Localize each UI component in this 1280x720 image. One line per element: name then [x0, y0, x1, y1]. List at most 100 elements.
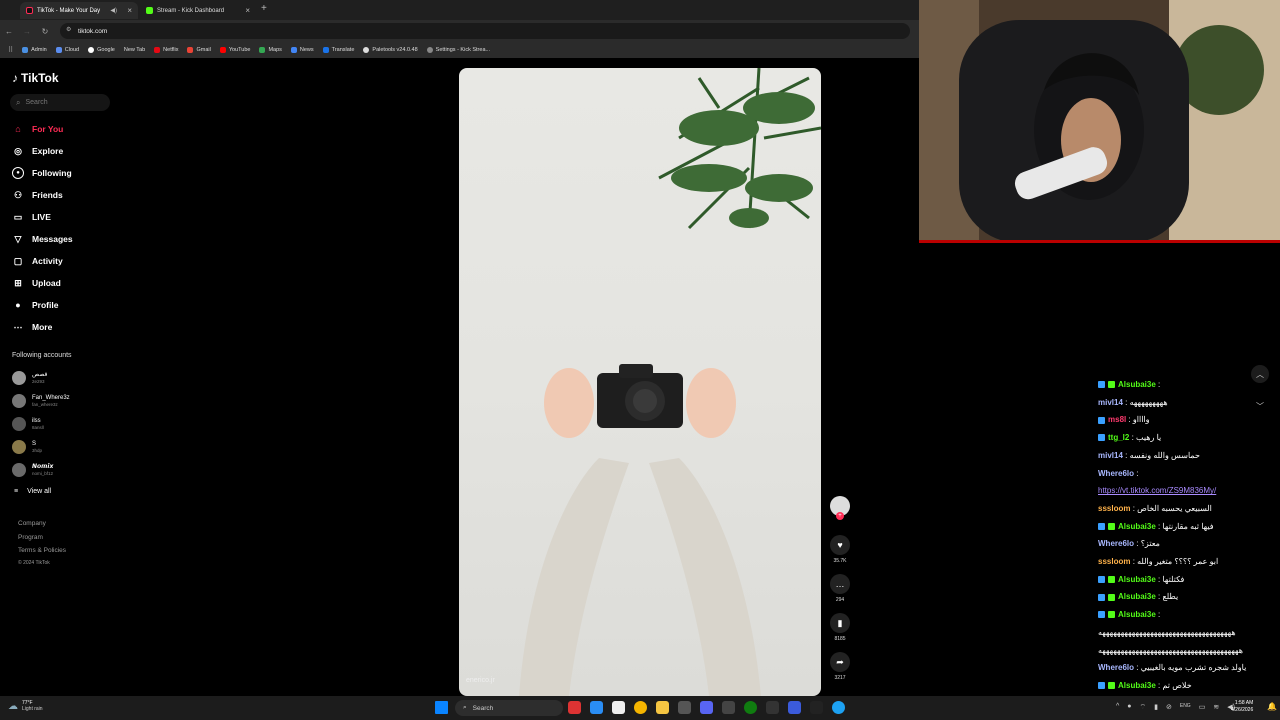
language-indicator[interactable]: ENG: [1180, 703, 1191, 712]
tray-app-icon[interactable]: ⊘: [1166, 703, 1172, 712]
chat-username[interactable]: Where6lo: [1098, 469, 1134, 478]
monitor-icon[interactable]: ▭: [1199, 703, 1206, 712]
chrome-icon[interactable]: [634, 701, 647, 714]
follow-plus-icon[interactable]: +: [836, 512, 844, 520]
bookmark-netflix[interactable]: Netflix: [154, 47, 178, 53]
save-button[interactable]: ▮ 8185: [829, 613, 851, 642]
chat-username[interactable]: Where6lo: [1098, 663, 1134, 672]
moderator-badge-icon: [1108, 522, 1115, 530]
tab-close-icon[interactable]: ×: [127, 6, 132, 15]
chat-link[interactable]: https://vt.tiktok.com/ZS9M836My/: [1098, 486, 1216, 495]
account-item[interactable]: قصص 2e293: [12, 371, 47, 385]
weather-widget[interactable]: ☁ 77°F Light rain: [8, 700, 43, 712]
new-tab-button[interactable]: +: [261, 3, 267, 14]
nav-following[interactable]: ● Following: [12, 166, 72, 180]
chat-username[interactable]: Where6lo: [1098, 539, 1134, 548]
live-icon: ▭: [13, 211, 23, 222]
chat-username[interactable]: sssloom: [1098, 557, 1130, 566]
reload-button[interactable]: ↻: [36, 27, 54, 36]
mic-icon[interactable]: ▮: [1154, 703, 1158, 712]
nav-upload[interactable]: ⊞ Upload: [12, 276, 61, 290]
tiktok-logo[interactable]: ♪ TikTok: [12, 71, 59, 85]
nav-live[interactable]: ▭ LIVE: [12, 210, 51, 224]
search-icon: ⌕: [16, 97, 21, 107]
account-item[interactable]: ilss 8ansll: [12, 417, 44, 431]
tray-app-icon[interactable]: ●: [1127, 703, 1131, 712]
speaker-icon[interactable]: ◀): [110, 7, 117, 14]
account-item[interactable]: S 3hdp: [12, 440, 42, 454]
nav-profile[interactable]: ● Profile: [12, 298, 58, 312]
bookmark-translate[interactable]: Translate: [322, 47, 354, 53]
nav-explore[interactable]: ◎ Explore: [12, 144, 63, 158]
view-all-button[interactable]: ≡ View all: [14, 488, 51, 495]
footer-terms[interactable]: Terms & Policies: [18, 547, 66, 554]
chat-username[interactable]: ttg_l2: [1108, 433, 1129, 442]
nav-for-you[interactable]: ⌂ For You: [12, 122, 63, 136]
nav-activity[interactable]: ▢ Activity: [12, 254, 63, 268]
back-button[interactable]: ←: [0, 27, 18, 36]
site-info-icon[interactable]: ⚙: [66, 26, 71, 33]
nav-messages[interactable]: ▽ Messages: [12, 232, 73, 246]
search-input[interactable]: ⌕ Search: [10, 94, 110, 111]
chat-username[interactable]: sssloom: [1098, 504, 1130, 513]
account-item[interactable]: Fan_Where3z fan_where3z: [12, 394, 70, 408]
bookmark-news[interactable]: News: [290, 47, 314, 53]
file-explorer-icon[interactable]: [656, 701, 669, 714]
chat-username[interactable]: Alsubai3e: [1118, 610, 1156, 619]
like-button[interactable]: ♥ 35.7K: [829, 535, 851, 564]
bookmark-kick-settings[interactable]: Settings - Kick Strea...: [426, 47, 490, 53]
wifi-icon[interactable]: ≋: [1213, 703, 1219, 712]
tab-tiktok[interactable]: TikTok - Make Your Day ◀) ×: [20, 2, 138, 19]
video-credit[interactable]: enerico.jr: [466, 677, 495, 684]
bookmark-gmail[interactable]: Gmail: [187, 47, 211, 53]
chevron-up-icon[interactable]: ^: [1116, 703, 1119, 712]
chrome-icon[interactable]: [832, 701, 845, 714]
taskbar-search[interactable]: ⌕ Search: [455, 700, 563, 716]
bookmark-cloud[interactable]: Cloud: [55, 47, 79, 53]
clock[interactable]: 1:58 AM 4/26/2026: [1231, 700, 1253, 714]
app-icon[interactable]: [810, 701, 823, 714]
footer-program[interactable]: Program: [18, 534, 43, 541]
tab-close-icon[interactable]: ×: [245, 6, 250, 15]
chat-username[interactable]: mivl14: [1098, 398, 1123, 407]
network-icon[interactable]: ⌔: [1140, 703, 1147, 712]
share-button[interactable]: ➦ 3217: [829, 652, 851, 681]
bookmark-youtube[interactable]: YouTube: [219, 47, 250, 53]
settings-icon[interactable]: [678, 701, 691, 714]
nav-friends[interactable]: ⚇ Friends: [12, 188, 63, 202]
chat-username[interactable]: Alsubai3e: [1118, 575, 1156, 584]
chat-text: هههههههههه: [1129, 397, 1168, 407]
app-icon[interactable]: [722, 701, 735, 714]
chat-username[interactable]: Alsubai3e: [1118, 522, 1156, 531]
forward-button[interactable]: →: [18, 27, 36, 36]
edge-icon[interactable]: [590, 701, 603, 714]
nav-more[interactable]: ⋯ More: [12, 320, 53, 334]
windows-start-icon[interactable]: [435, 701, 448, 714]
creator-avatar-button[interactable]: +: [829, 496, 851, 520]
bookmark-new-tab[interactable]: New Tab: [124, 47, 145, 53]
notification-bell-icon[interactable]: 🔔: [1267, 702, 1277, 711]
video-player[interactable]: [459, 68, 821, 696]
system-tray[interactable]: ^ ● ⌔ ▮ ⊘ ENG ▭ ≋ ◀): [1116, 703, 1235, 712]
notepad-icon[interactable]: [612, 701, 625, 714]
chat-username[interactable]: Alsubai3e: [1118, 592, 1156, 601]
footer-company[interactable]: Company: [18, 520, 46, 527]
address-input[interactable]: ⚙ tiktok.com: [60, 23, 910, 39]
xbox-icon[interactable]: [744, 701, 757, 714]
apps-icon[interactable]: ⠿: [8, 46, 13, 54]
discord-icon[interactable]: [700, 701, 713, 714]
app-icon[interactable]: [788, 701, 801, 714]
app-icon[interactable]: [568, 701, 581, 714]
chat-username[interactable]: mivl14: [1098, 451, 1123, 460]
bookmark-paletools[interactable]: Paletools v24.0.48: [363, 47, 418, 53]
chat-username[interactable]: Alsubai3e: [1118, 681, 1156, 690]
comment-button[interactable]: … 294: [829, 574, 851, 603]
account-item[interactable]: 𝙉𝙤𝙢𝙞𝙭 nomi_bf12: [12, 463, 53, 477]
bookmark-maps[interactable]: Maps: [259, 47, 282, 53]
bookmark-admin[interactable]: Admin: [22, 47, 47, 53]
tab-kick[interactable]: Stream - Kick Dashboard ×: [140, 2, 256, 19]
chat-username[interactable]: Alsubai3e: [1118, 380, 1156, 389]
obs-icon[interactable]: [766, 701, 779, 714]
chat-username[interactable]: ms8l: [1108, 415, 1126, 424]
bookmark-google[interactable]: Google: [88, 47, 115, 53]
